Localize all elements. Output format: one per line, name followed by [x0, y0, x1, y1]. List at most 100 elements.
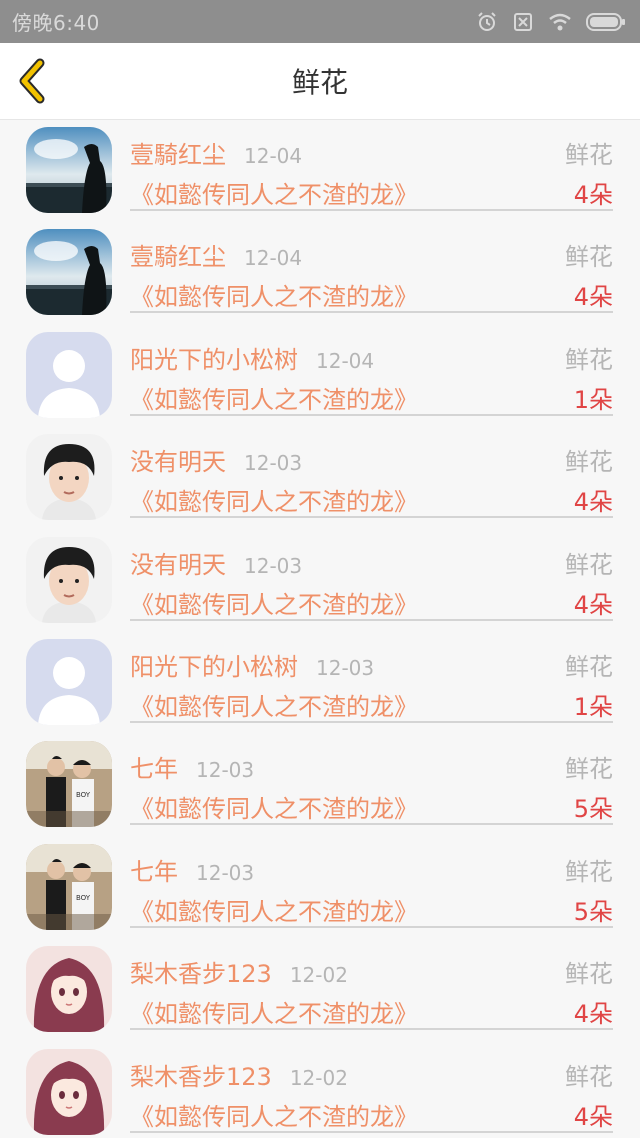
- gift-label: 鲜花: [565, 857, 613, 886]
- list-item-content: 壹騎红尘 12-04 鲜花 《如懿传同人之不渣的龙》 4朵: [130, 121, 613, 211]
- flower-count: 4朵: [573, 283, 613, 312]
- list-item[interactable]: 壹騎红尘 12-04 鲜花 《如懿传同人之不渣的龙》 4朵: [0, 223, 640, 325]
- flower-count: 4朵: [573, 1102, 613, 1131]
- gift-label: 鲜花: [565, 243, 613, 272]
- date: 12-03: [244, 553, 303, 578]
- list-item-content: 阳光下的小松树 12-04 鲜花 《如懿传同人之不渣的龙》 1朵: [130, 326, 613, 416]
- flower-count: 4朵: [573, 590, 613, 619]
- user-name: 壹騎红尘 12-04: [130, 237, 302, 272]
- flower-count: 4朵: [573, 488, 613, 517]
- user-name: 阳光下的小松树 12-04: [130, 340, 374, 375]
- flower-count: 5朵: [573, 795, 613, 824]
- user-name-text: 阳光下的小松树: [130, 652, 298, 681]
- list-item-content: 没有明天 12-03 鲜花 《如懿传同人之不渣的龙》 4朵: [130, 428, 613, 519]
- gift-label: 鲜花: [565, 755, 613, 784]
- date: 12-04: [244, 246, 303, 271]
- wifi-icon: [549, 13, 571, 30]
- book-title: 《如懿传同人之不渣的龙》: [130, 692, 418, 721]
- status-time: 傍晚6:40: [12, 11, 100, 35]
- list-item[interactable]: 没有明天 12-03 鲜花 《如懿传同人之不渣的龙》 4朵: [0, 428, 640, 530]
- no-sim-icon: [514, 12, 532, 31]
- gift-label: 鲜花: [565, 652, 613, 681]
- list-item-content: 七年 12-03 鲜花 《如懿传同人之不渣的龙》 5朵: [130, 838, 613, 928]
- flower-count: 4朵: [573, 181, 613, 209]
- list-item-content: 梨木香步123 12-02 鲜花 《如懿传同人之不渣的龙》 4朵: [130, 940, 613, 1031]
- book-title: 《如懿传同人之不渣的龙》: [130, 897, 418, 926]
- avatar-boy-portrait: [26, 536, 112, 623]
- list-item[interactable]: 阳光下的小松树 12-03 鲜花 《如懿传同人之不渣的龙》 1朵: [0, 633, 640, 735]
- back-button[interactable]: [14, 57, 54, 105]
- gift-label: 鲜花: [565, 1062, 613, 1091]
- book-title: 《如懿传同人之不渣的龙》: [130, 795, 418, 824]
- page-title: 鲜花: [291, 66, 348, 99]
- user-name-text: 阳光下的小松树: [130, 345, 298, 374]
- date: 12-04: [244, 144, 303, 168]
- book-title: 《如懿传同人之不渣的龙》: [130, 385, 418, 414]
- user-name: 梨木香步123 12-02: [130, 954, 348, 989]
- nav-bar: 鲜花: [0, 43, 640, 120]
- book-title: 《如懿传同人之不渣的龙》: [130, 181, 418, 209]
- user-name-text: 壹騎红尘: [130, 243, 226, 272]
- book-title: 《如懿传同人之不渣的龙》: [130, 1102, 418, 1131]
- user-name: 没有明天 12-03: [130, 442, 302, 477]
- avatar-default-person: [26, 638, 112, 725]
- date: 12-02: [289, 963, 348, 988]
- date: 12-04: [316, 348, 375, 373]
- avatar-two-people: BOY: [26, 741, 112, 828]
- avatar-two-people: BOY: [26, 843, 112, 930]
- list-item-content: 梨木香步123 12-02 鲜花 《如懿传同人之不渣的龙》 4朵: [130, 1043, 613, 1133]
- battery-icon: [586, 12, 625, 31]
- avatar-default-person: [26, 331, 112, 418]
- list-item[interactable]: 梨木香步123 12-02 鲜花 《如懿传同人之不渣的龙》 4朵: [0, 1043, 640, 1138]
- status-bar: 傍晚6:40: [0, 0, 640, 43]
- date: 12-03: [244, 451, 303, 476]
- gift-label: 鲜花: [565, 448, 613, 477]
- flower-count: 1朵: [573, 692, 613, 721]
- flower-count: 4朵: [573, 1000, 613, 1029]
- user-name-text: 壹騎红尘: [130, 141, 226, 169]
- list-item[interactable]: BOY 七年 12-03 鲜花 《如懿传同人之不渣的龙》 5朵: [0, 735, 640, 837]
- user-name: 七年 12-03: [130, 749, 254, 784]
- list-item[interactable]: 阳光下的小松树 12-04 鲜花 《如懿传同人之不渣的龙》 1朵: [0, 326, 640, 428]
- user-name: 阳光下的小松树 12-03: [130, 647, 374, 682]
- date: 12-03: [196, 758, 255, 783]
- user-name: 没有明天 12-03: [130, 545, 302, 580]
- book-title: 《如懿传同人之不渣的龙》: [130, 1000, 418, 1029]
- gift-label: 鲜花: [565, 960, 613, 989]
- list-item-content: 壹騎红尘 12-04 鲜花 《如懿传同人之不渣的龙》 4朵: [130, 223, 613, 314]
- list-item[interactable]: 梨木香步123 12-02 鲜花 《如懿传同人之不渣的龙》 4朵: [0, 940, 640, 1042]
- alarm-icon: [478, 11, 496, 31]
- user-name-text: 梨木香步123: [130, 960, 272, 989]
- avatar-silhouette-lake: [26, 127, 112, 213]
- avatar-silhouette-lake: [26, 229, 112, 316]
- list-item[interactable]: 没有明天 12-03 鲜花 《如懿传同人之不渣的龙》 4朵: [0, 531, 640, 633]
- book-title: 《如懿传同人之不渣的龙》: [130, 488, 418, 517]
- date: 12-03: [316, 655, 375, 680]
- avatar-anime-girl: [26, 1048, 112, 1135]
- book-title: 《如懿传同人之不渣的龙》: [130, 590, 418, 619]
- list-item-content: 七年 12-03 鲜花 《如懿传同人之不渣的龙》 5朵: [130, 735, 613, 826]
- user-name: 七年 12-03: [130, 852, 254, 887]
- svg-text:BOY: BOY: [76, 791, 91, 799]
- gift-label: 鲜花: [565, 550, 613, 579]
- book-title: 《如懿传同人之不渣的龙》: [130, 283, 418, 312]
- list-item-content: 阳光下的小松树 12-03 鲜花 《如懿传同人之不渣的龙》 1朵: [130, 633, 613, 723]
- user-name-text: 梨木香步123: [130, 1062, 272, 1091]
- list-item-content: 没有明天 12-03 鲜花 《如懿传同人之不渣的龙》 4朵: [130, 531, 613, 621]
- svg-text:BOY: BOY: [76, 894, 91, 902]
- date: 12-02: [289, 1065, 348, 1090]
- status-icons: [476, 11, 626, 33]
- list-item[interactable]: BOY 七年 12-03 鲜花 《如懿传同人之不渣的龙》 5朵: [0, 838, 640, 940]
- flower-list: 壹騎红尘 12-04 鲜花 《如懿传同人之不渣的龙》 4朵 壹騎红尘 12-04 鲜…: [0, 121, 640, 1138]
- date: 12-03: [196, 860, 255, 885]
- chevron-left-icon: [19, 58, 45, 104]
- avatar-anime-girl: [26, 946, 112, 1033]
- flower-count: 1朵: [573, 385, 613, 414]
- gift-label: 鲜花: [565, 345, 613, 374]
- user-name-text: 七年: [130, 857, 178, 886]
- flower-count: 5朵: [573, 897, 613, 926]
- user-name-text: 没有明天: [130, 448, 226, 477]
- user-name: 壹騎红尘 12-04: [130, 135, 302, 170]
- user-name-text: 没有明天: [130, 550, 226, 579]
- list-item[interactable]: 壹騎红尘 12-04 鲜花 《如懿传同人之不渣的龙》 4朵: [0, 121, 640, 223]
